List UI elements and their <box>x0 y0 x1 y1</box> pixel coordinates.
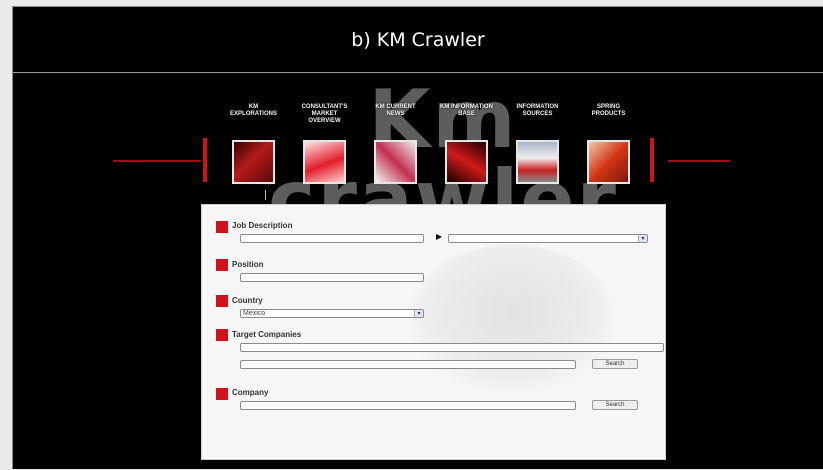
figure-frame: b) KM Crawler Km crawler KM EXPLORATIONS… <box>12 6 823 469</box>
figure-caption: b) KM Crawler <box>13 7 823 73</box>
arrow-right-icon: ▶ <box>436 232 443 241</box>
job-description-label: Job Description <box>232 221 293 230</box>
section-marker <box>216 259 228 271</box>
nav-label: SPRING PRODUCTS <box>591 104 626 117</box>
nav-item-consultants-market-overview[interactable]: CONSULTANT'S MARKET OVERVIEW <box>297 104 352 192</box>
chevron-down-icon: ▾ <box>414 310 423 317</box>
fruit-thumb-icon <box>587 140 630 184</box>
km-crawler-app: Km crawler KM EXPLORATIONS CONSULTANT'S … <box>13 74 823 470</box>
globe-watermark-icon <box>407 245 617 395</box>
search-form: Job Description ▶ ▾ Position Country Mex… <box>201 204 666 460</box>
left-red-line <box>113 160 201 162</box>
nav-label: KM INFORMATION BASE <box>440 104 493 117</box>
company-label: Company <box>232 388 269 397</box>
section-marker <box>216 388 228 400</box>
nav-label: CONSULTANT'S MARKET OVERVIEW <box>301 104 348 124</box>
left-red-bar <box>203 138 207 182</box>
nav-label: INFORMATION SOURCES <box>516 104 559 117</box>
right-red-line <box>668 160 730 162</box>
red-objects-thumb-icon <box>232 140 275 184</box>
country-select-value: Mexico <box>243 310 266 317</box>
nav-connector <box>265 190 266 200</box>
section-marker <box>216 221 228 233</box>
target-companies-label: Target Companies <box>232 330 302 339</box>
nav-label: KM CURRENT NEWS <box>375 104 416 117</box>
red-ribbon-thumb-icon <box>303 140 346 184</box>
basket-thumb-icon <box>516 140 559 184</box>
job-description-select[interactable]: ▾ <box>448 234 648 243</box>
company-search-button[interactable]: Search <box>592 400 638 410</box>
red-glow-thumb-icon <box>445 140 488 184</box>
target-companies-search-button[interactable]: Search <box>592 359 638 369</box>
nav-item-km-information-base[interactable]: KM INFORMATION BASE <box>439 104 494 192</box>
nav-item-information-sources[interactable]: INFORMATION SOURCES <box>510 104 565 192</box>
phone-thumb-icon <box>374 140 417 184</box>
section-marker <box>216 295 228 307</box>
section-marker <box>216 329 228 341</box>
main-nav: KM EXPLORATIONS CONSULTANT'S MARKET OVER… <box>223 104 653 194</box>
target-companies-input[interactable] <box>240 343 664 352</box>
position-label: Position <box>232 260 264 269</box>
country-select[interactable]: Mexico ▾ <box>240 309 424 318</box>
nav-item-km-explorations[interactable]: KM EXPLORATIONS <box>226 104 281 192</box>
job-description-input[interactable] <box>240 234 424 243</box>
country-label: Country <box>232 296 263 305</box>
nav-item-spring-products[interactable]: SPRING PRODUCTS <box>581 104 636 192</box>
chevron-down-icon: ▾ <box>638 235 647 242</box>
caption-text: b) KM Crawler <box>351 28 485 51</box>
position-input[interactable] <box>240 273 424 282</box>
company-input[interactable] <box>240 401 576 410</box>
nav-label: KM EXPLORATIONS <box>230 104 277 117</box>
target-companies-input-2[interactable] <box>240 360 576 369</box>
nav-item-km-current-news[interactable]: KM CURRENT NEWS <box>368 104 423 192</box>
